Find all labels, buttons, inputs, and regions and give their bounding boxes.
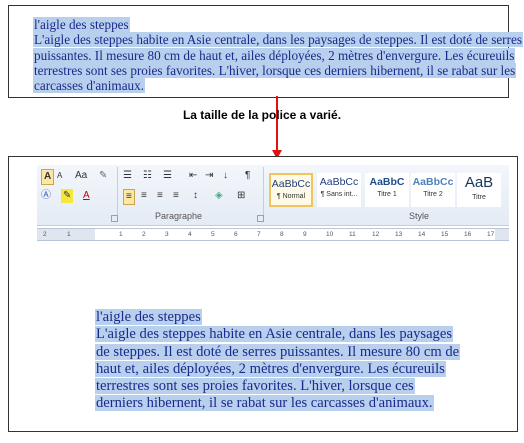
ribbon-separator — [117, 167, 118, 221]
selected-text[interactable]: terrestres sont ses proies favorites. L'… — [33, 62, 517, 78]
original-line: L'aigle des steppes habite en Asie centr… — [33, 32, 523, 48]
ruler-mark: 8 — [280, 231, 284, 238]
style-name: ¶ Sans int... — [320, 191, 358, 198]
text-effects-icon[interactable]: Ⓐ — [41, 189, 51, 203]
style-sample: AaBbCc — [319, 176, 359, 188]
justify-icon[interactable]: ≡ — [173, 189, 179, 203]
ruler-mark: 7 — [257, 231, 261, 238]
borders-icon[interactable]: ⊞ — [237, 189, 245, 203]
document-line: terrestres sont ses proies favorites. L'… — [95, 378, 495, 395]
style-name: Titre 1 — [377, 191, 397, 198]
selected-text[interactable]: haut et, ailes déployées, 2 mètres d'env… — [95, 360, 446, 377]
red-arrow-shaft — [276, 96, 278, 152]
style-title[interactable]: AaB Titre — [457, 173, 501, 207]
original-text: l'aigle des steppes L'aigle des steppes … — [33, 17, 523, 94]
bullets-icon[interactable]: ☰ — [123, 169, 132, 183]
line-spacing-icon[interactable]: ↕ — [193, 189, 198, 203]
selected-text[interactable]: de steppes. Il est doté de serres puissa… — [95, 343, 461, 360]
numbering-icon[interactable]: ☷ — [143, 169, 152, 183]
align-right-icon[interactable]: ≡ — [157, 189, 163, 203]
clear-formatting-icon[interactable]: ✎ — [99, 169, 107, 183]
shading-icon[interactable]: ◈ — [215, 189, 223, 203]
increase-indent-icon[interactable]: ⇥ — [205, 169, 213, 183]
sort-icon[interactable]: ↓ — [223, 169, 228, 183]
original-text-box: l'aigle des steppes L'aigle des steppes … — [8, 5, 523, 98]
ruler-mark: 13 — [395, 231, 403, 238]
ribbon-separator — [263, 167, 264, 221]
style-heading-1[interactable]: AaBbC Titre 1 — [365, 173, 409, 207]
ruler-mark: 4 — [188, 231, 192, 238]
document-title-line: l'aigle des steppes — [95, 309, 495, 326]
ruler-mark: 10 — [326, 231, 334, 238]
style-sample: AaB — [464, 174, 494, 191]
selected-text[interactable]: l'aigle des steppes — [33, 17, 130, 32]
style-sample: AaBbCc — [412, 176, 454, 188]
ruler-mark: 12 — [372, 231, 380, 238]
ribbon: A A Aa ✎ ☰ ☷ ☰ ⇤ ⇥ ↓ ¶ Ⓐ ✎ A ≡ ≡ ≡ ≡ ↕ ◈… — [37, 165, 509, 226]
original-line: terrestres sont ses proies favorites. L'… — [33, 62, 517, 78]
ruler-mark: 2 — [142, 231, 146, 238]
style-heading-2[interactable]: AaBbCc Titre 2 — [411, 173, 455, 207]
style-name: Titre — [472, 194, 486, 201]
ruler-mark: 2 — [43, 231, 47, 238]
selected-text[interactable]: carcasses d'animaux. — [33, 78, 146, 94]
show-marks-button[interactable]: ¶ — [245, 169, 250, 183]
paragraph-dialog-launcher-icon[interactable] — [257, 215, 264, 222]
ruler-mark: 14 — [418, 231, 426, 238]
ruler-mark: 3 — [165, 231, 169, 238]
document-line: haut et, ailes déployées, 2 mètres d'env… — [95, 360, 495, 378]
ruler-mark: 16 — [464, 231, 472, 238]
style-sample: AaBbCc — [271, 178, 311, 190]
document-line: de steppes. Il est doté de serres puissa… — [95, 343, 495, 361]
original-line: carcasses d'animaux. — [33, 78, 505, 94]
document-line: L'aigle des steppes habite en Asie centr… — [95, 326, 495, 343]
paragraph-group-label: Paragraphe — [155, 211, 203, 221]
decrease-indent-icon[interactable]: ⇤ — [189, 169, 197, 183]
selected-text[interactable]: L'aigle des steppes habite en Asie centr… — [95, 326, 454, 343]
horizontal-ruler[interactable]: 2 1 1 2 3 4 5 6 7 8 9 10 11 12 13 14 15 … — [37, 228, 509, 241]
caption: La taille de la police a varié. — [182, 108, 342, 122]
align-center-icon[interactable]: ≡ — [141, 189, 147, 203]
ruler-mark: 17 — [487, 231, 495, 238]
highlight-color-icon[interactable]: ✎ — [61, 189, 74, 203]
document-line: derniers hibernent, il se rabat sur les … — [95, 395, 495, 412]
shrink-font-button[interactable]: A — [57, 169, 62, 183]
grow-font-button[interactable]: A — [41, 169, 55, 185]
align-left-button[interactable]: ≡ — [123, 189, 135, 205]
ruler-mark: 1 — [67, 231, 71, 238]
selected-text[interactable]: puissantes. Il mesure 80 cm de haut et, … — [33, 47, 516, 63]
multilevel-list-icon[interactable]: ☰ — [163, 169, 172, 183]
style-name: Titre 2 — [423, 191, 443, 198]
ruler-page-area — [95, 229, 495, 240]
change-case-button[interactable]: Aa — [75, 169, 87, 183]
font-dialog-launcher-icon[interactable] — [111, 215, 118, 222]
style-no-spacing[interactable]: AaBbCc ¶ Sans int... — [317, 173, 361, 207]
original-line: puissantes. Il mesure 80 cm de haut et, … — [33, 47, 516, 63]
selected-text[interactable]: derniers hibernent, il se rabat sur les … — [95, 395, 434, 412]
font-color-icon[interactable]: A — [83, 189, 90, 203]
original-title-line: l'aigle des steppes — [33, 17, 505, 32]
selected-text[interactable]: l'aigle des steppes — [95, 309, 202, 325]
style-name: ¶ Normal — [276, 193, 306, 200]
style-normal[interactable]: AaBbCc ¶ Normal — [269, 173, 313, 207]
ruler-mark: 11 — [349, 231, 356, 238]
ruler-mark: 5 — [211, 231, 215, 238]
selected-text[interactable]: terrestres sont ses proies favorites. L'… — [95, 378, 415, 395]
ruler-mark: 6 — [234, 231, 238, 238]
style-sample: AaBbC — [369, 176, 405, 188]
document-text[interactable]: l'aigle des steppes L'aigle des steppes … — [95, 309, 495, 413]
word-window: A A Aa ✎ ☰ ☷ ☰ ⇤ ⇥ ↓ ¶ Ⓐ ✎ A ≡ ≡ ≡ ≡ ↕ ◈… — [8, 156, 518, 432]
selected-text[interactable]: L'aigle des steppes habite en Asie centr… — [33, 32, 523, 48]
style-group-label: Style — [409, 211, 430, 221]
ruler-mark: 9 — [303, 231, 307, 238]
ruler-mark: 15 — [441, 231, 449, 238]
ruler-mark: 1 — [119, 231, 123, 238]
